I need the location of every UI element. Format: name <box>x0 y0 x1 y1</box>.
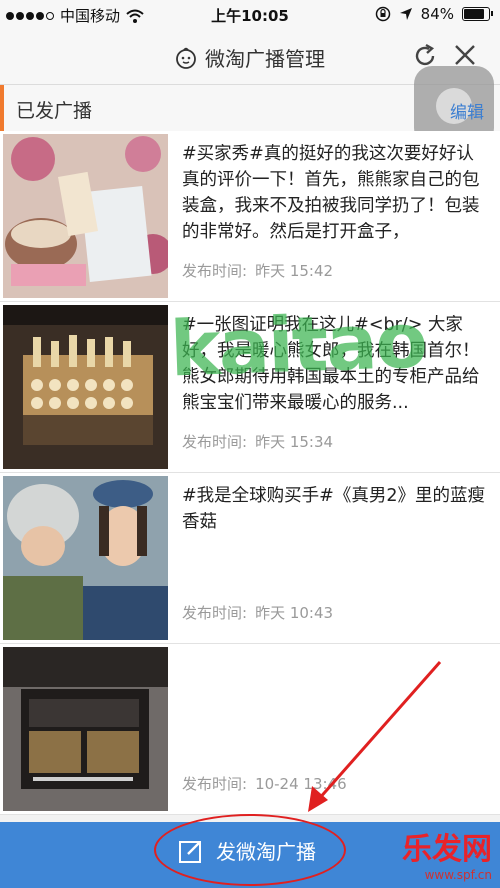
post-time: 发布时间: 昨天 15:34 <box>182 431 333 452</box>
rotation-lock-icon <box>375 6 390 22</box>
post-text: #我是全球购买手#《真男2》里的蓝瘦香菇 <box>182 486 485 532</box>
post-time-value: 昨天 15:42 <box>255 262 334 280</box>
edit-label: 编辑 <box>450 103 484 123</box>
location-icon <box>399 8 412 20</box>
compose-icon <box>179 840 201 863</box>
post-time-label: 发布时间: <box>182 262 248 280</box>
post-item[interactable]: 发布时间: 10-24 13:46 <box>0 644 500 815</box>
section-title: 已发广播 <box>16 100 93 122</box>
watermark-text: kaitao <box>168 295 428 394</box>
publish-broadcast-button[interactable]: 发微淘广播 <box>178 836 316 865</box>
site-logo: 乐发网 www.spf.cn <box>402 824 492 882</box>
status-right: 84% <box>375 5 493 23</box>
site-logo-name: 乐发网 <box>402 832 492 867</box>
post-list: #买家秀#真的挺好的我这次要好好认真的评价一下！首先，熊熊家自己的包装盒，我来不… <box>0 131 500 815</box>
post-time-value: 10-24 13:46 <box>255 775 347 793</box>
battery-icon <box>462 7 493 21</box>
close-icon[interactable] <box>454 44 476 66</box>
post-text: #买家秀#真的挺好的我这次要好好认真的评价一下！首先，熊熊家自己的包装盒，我来不… <box>182 144 480 242</box>
publish-label: 发微淘广播 <box>216 840 316 864</box>
post-thumbnail-cosmetics <box>3 134 168 298</box>
post-thumbnail-counter <box>3 305 168 469</box>
post-thumbnail-people <box>3 476 168 640</box>
bottom-bar: 发微淘广播 乐发网 www.spf.cn <box>0 822 500 888</box>
post-item[interactable]: #我是全球购买手#《真男2》里的蓝瘦香菇 发布时间: 昨天 10:43 <box>0 473 500 644</box>
post-time-label: 发布时间: <box>182 604 248 622</box>
mascot-icon <box>176 47 196 69</box>
battery-percent: 84% <box>420 5 454 23</box>
post-time: 发布时间: 10-24 13:46 <box>182 773 347 794</box>
post-time-value: 昨天 10:43 <box>255 604 334 622</box>
page-title: 微淘广播管理 <box>205 47 325 71</box>
post-time: 发布时间: 昨天 15:42 <box>182 260 333 281</box>
site-logo-url: www.spf.cn <box>424 868 492 882</box>
post-time-value: 昨天 15:34 <box>255 433 334 451</box>
status-bar: 中国移动 上午10:05 84% <box>0 0 500 30</box>
post-item[interactable]: #买家秀#真的挺好的我这次要好好认真的评价一下！首先，熊熊家自己的包装盒，我来不… <box>0 131 500 302</box>
post-time: 发布时间: 昨天 10:43 <box>182 602 333 623</box>
post-thumbnail-eyebrow-kit <box>3 647 168 811</box>
post-time-label: 发布时间: <box>182 433 248 451</box>
post-time-label: 发布时间: <box>182 775 248 793</box>
